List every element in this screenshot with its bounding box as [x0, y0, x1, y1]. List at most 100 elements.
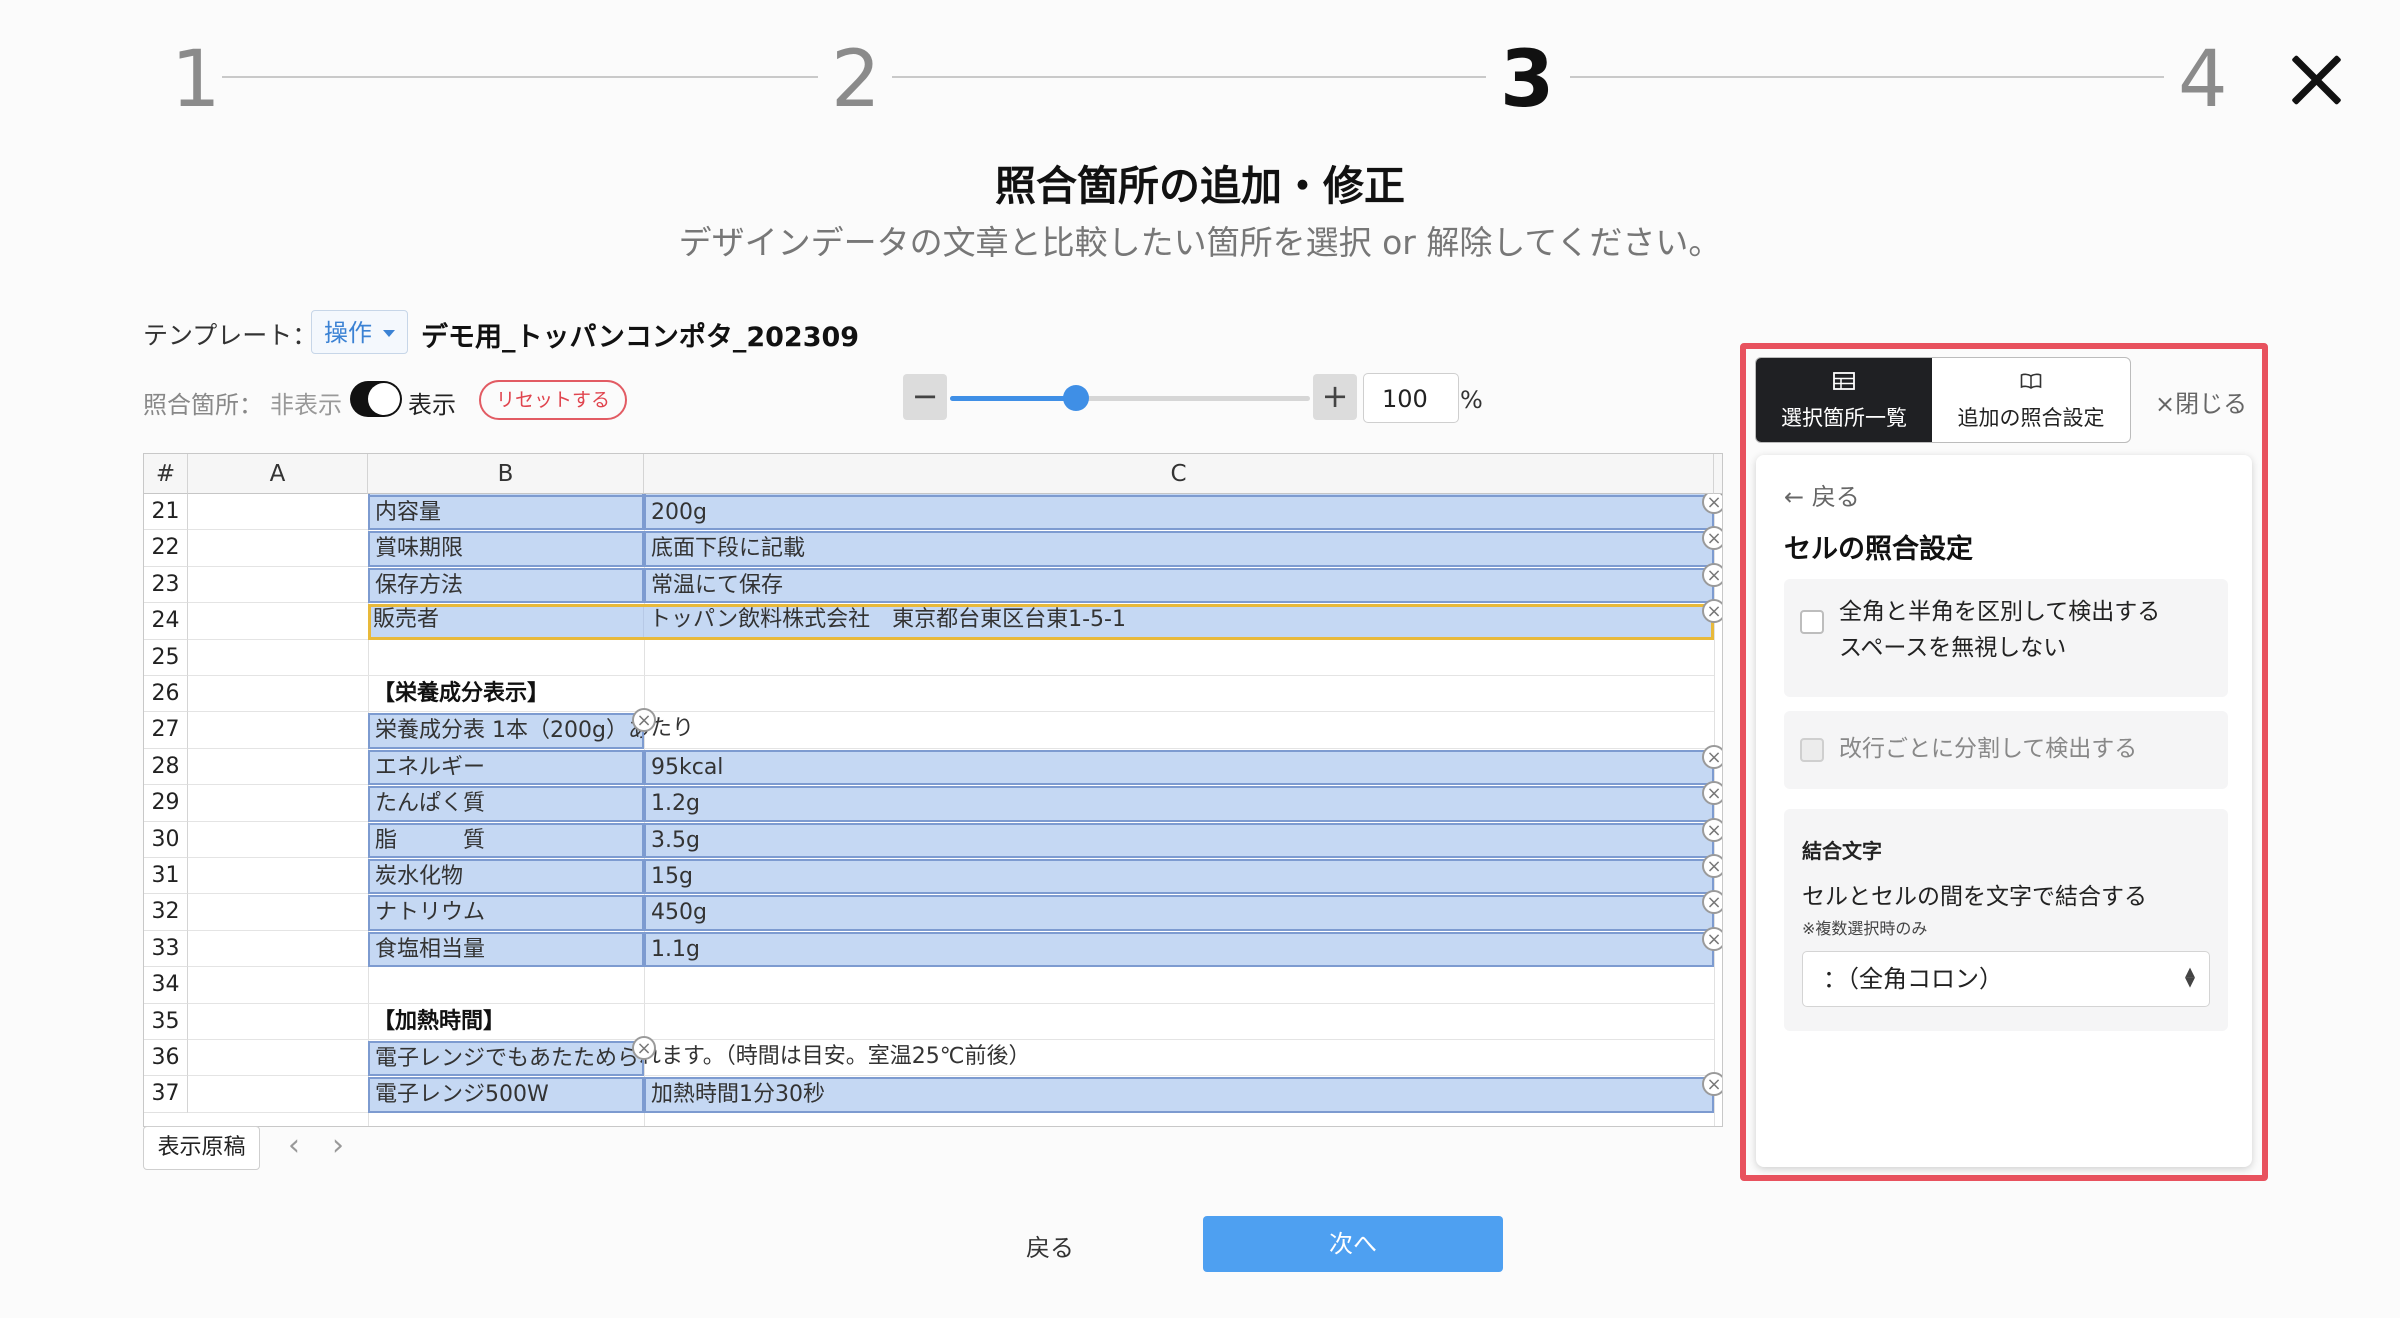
cell-b[interactable]: 内容量 — [368, 495, 644, 531]
row-number: 24 — [144, 603, 188, 640]
step-3-current: 3 — [1500, 35, 1555, 125]
zoom-in-button[interactable]: + — [1313, 374, 1357, 420]
step-connector — [222, 76, 818, 78]
remove-selection-icon[interactable]: × — [1702, 1072, 1722, 1097]
remove-selection-icon[interactable]: × — [1702, 890, 1722, 915]
panel-back-link[interactable]: ← 戻る — [1784, 477, 1860, 512]
column-header-d — [1714, 454, 1722, 494]
cell-c[interactable]: 15g — [644, 859, 1714, 895]
arrow-left-icon: ← — [1784, 483, 1805, 511]
join-title: 結合文字 — [1802, 839, 1882, 863]
row-gridline — [188, 967, 1714, 1004]
step-4: 4 — [2178, 35, 2228, 125]
cell-b[interactable]: 電子レンジでもあたためられます。（時間は目安。室温25℃前後） — [368, 1041, 644, 1077]
row-number: 33 — [144, 930, 188, 968]
book-icon — [2020, 373, 2042, 389]
remove-selection-icon[interactable]: × — [1702, 926, 1722, 951]
cell-c[interactable]: 1.1g — [644, 931, 1714, 968]
spreadsheet-grid[interactable]: # A B C 殺菌方法気密性容器に密封し、加圧加熱殺菌21内容量200g×22… — [143, 453, 1723, 1127]
sheet-tab-display[interactable]: 表示原稿 — [143, 1126, 260, 1170]
row-number: 37 — [144, 1076, 188, 1113]
cell-b[interactable]: エネルギー — [368, 749, 644, 786]
cell-b-heading[interactable]: 【栄養成分表示】 — [368, 676, 549, 712]
cell-c[interactable]: 底面下段に記載 — [644, 531, 1714, 567]
back-button[interactable]: 戻る — [1000, 1228, 1100, 1263]
tab-selected-list[interactable]: 選択箇所一覧 — [1756, 358, 1932, 442]
step-connector — [892, 76, 1486, 78]
join-character-select[interactable]: ：（全角コロン） ▲ ▼ — [1802, 951, 2210, 1007]
row-number: 35 — [144, 1003, 188, 1040]
row-number: 23 — [144, 566, 188, 604]
row-number: 29 — [144, 785, 188, 822]
cell-b[interactable]: 電子レンジ500W — [368, 1077, 644, 1113]
option-card-line-split: 改行ごとに分割して検出する — [1784, 711, 2228, 789]
tab-selected-list-label: 選択箇所一覧 — [1781, 406, 1907, 430]
close-panel-button[interactable]: ×閉じる — [2155, 384, 2247, 419]
zoom-slider-fill — [950, 396, 1076, 401]
remove-selection-icon[interactable]: × — [1702, 781, 1722, 806]
remove-selection-icon[interactable]: × — [1702, 744, 1722, 769]
cell-c[interactable]: 常温にて保存 — [644, 567, 1714, 604]
zoom-slider[interactable] — [950, 385, 1310, 411]
panel-title: セルの照合設定 — [1784, 534, 1973, 565]
active-selection-frame — [368, 604, 1714, 640]
template-name: デモ用_トッパンコンポタ_202309 — [421, 322, 860, 353]
cell-c[interactable]: 95kcal — [644, 749, 1714, 786]
reset-button[interactable]: リセットする — [479, 380, 627, 420]
row-number: 25 — [144, 639, 188, 676]
join-character-card: 結合文字 セルとセルの間を文字で結合する ※複数選択時のみ ：（全角コロン） ▲… — [1784, 809, 2228, 1031]
cell-b[interactable]: たんぱく質 — [368, 786, 644, 822]
cell-c[interactable]: 加熱時間1分30秒 — [644, 1077, 1714, 1113]
column-header-a[interactable]: A — [188, 454, 368, 494]
row-number: 30 — [144, 821, 188, 858]
row-number-header: # — [144, 454, 188, 494]
wizard-modal: 1 2 3 4 照合箇所の追加・修正 デザインデータの文章と比較したい箇所を選択… — [0, 0, 2400, 1318]
remove-selection-icon[interactable]: × — [1702, 854, 1722, 878]
chevron-left-icon[interactable]: ‹ — [288, 1128, 300, 1163]
zoom-input[interactable]: 100 — [1363, 373, 1459, 423]
operation-dropdown-button[interactable]: 操作 — [311, 310, 408, 354]
next-button[interactable]: 次へ — [1203, 1216, 1503, 1272]
column-header-b[interactable]: B — [368, 454, 644, 494]
cell-b-heading[interactable]: 【加熱時間】 — [368, 1004, 505, 1040]
cell-c[interactable]: 450g — [644, 895, 1714, 931]
join-note: ※複数選択時のみ — [1802, 919, 1928, 938]
zoom-out-button[interactable]: − — [903, 374, 947, 420]
cell-b[interactable]: 保存方法 — [368, 567, 644, 604]
row-number: 28 — [144, 748, 188, 786]
row-number: 21 — [144, 494, 188, 531]
cell-c[interactable]: 3.5g — [644, 822, 1714, 858]
remove-selection-icon[interactable]: × — [1702, 526, 1722, 551]
cell-b[interactable]: 炭水化物 — [368, 859, 644, 895]
remove-selection-icon[interactable]: × — [632, 1036, 656, 1060]
tab-additional-settings-label: 追加の照合設定 — [1957, 406, 2105, 430]
cell-c[interactable]: 200g — [644, 495, 1714, 531]
row-number: 36 — [144, 1040, 188, 1077]
cell-b[interactable]: 脂 質 — [368, 822, 644, 858]
remove-selection-icon[interactable]: × — [1702, 562, 1722, 587]
option2-label: 改行ごとに分割して検出する — [1839, 736, 2138, 762]
toggle-knob — [368, 383, 400, 415]
cell-b[interactable]: ナトリウム — [368, 895, 644, 931]
cell-b[interactable]: 栄養成分表 1本（200g）あたり — [368, 713, 644, 749]
template-label: テンプレート： — [143, 321, 318, 350]
match-display-toggle[interactable] — [350, 381, 402, 417]
remove-selection-icon[interactable]: × — [1702, 599, 1722, 624]
cell-c[interactable]: 1.2g — [644, 786, 1714, 822]
row-number: 34 — [144, 967, 188, 1004]
option-card-width-space: 全角と半角を区別して検出する スペースを無視しない — [1784, 579, 2228, 697]
cell-b[interactable]: 食塩相当量 — [368, 931, 644, 968]
checkbox-split-lines[interactable] — [1800, 738, 1824, 762]
step-1: 1 — [171, 35, 221, 125]
tab-additional-settings[interactable]: 追加の照合設定 — [1932, 358, 2130, 442]
step-connector — [1570, 76, 2164, 78]
column-header-c[interactable]: C — [644, 454, 1714, 494]
remove-selection-icon[interactable]: × — [1702, 817, 1722, 842]
chevron-right-icon[interactable]: › — [332, 1128, 344, 1163]
checkbox-distinguish-width[interactable] — [1800, 610, 1824, 634]
cell-b[interactable]: 賞味期限 — [368, 531, 644, 567]
zoom-slider-thumb[interactable] — [1063, 385, 1089, 411]
show-option-label: 表示 — [408, 391, 456, 419]
close-modal-icon[interactable] — [2288, 52, 2344, 108]
table-icon — [1833, 372, 1855, 390]
